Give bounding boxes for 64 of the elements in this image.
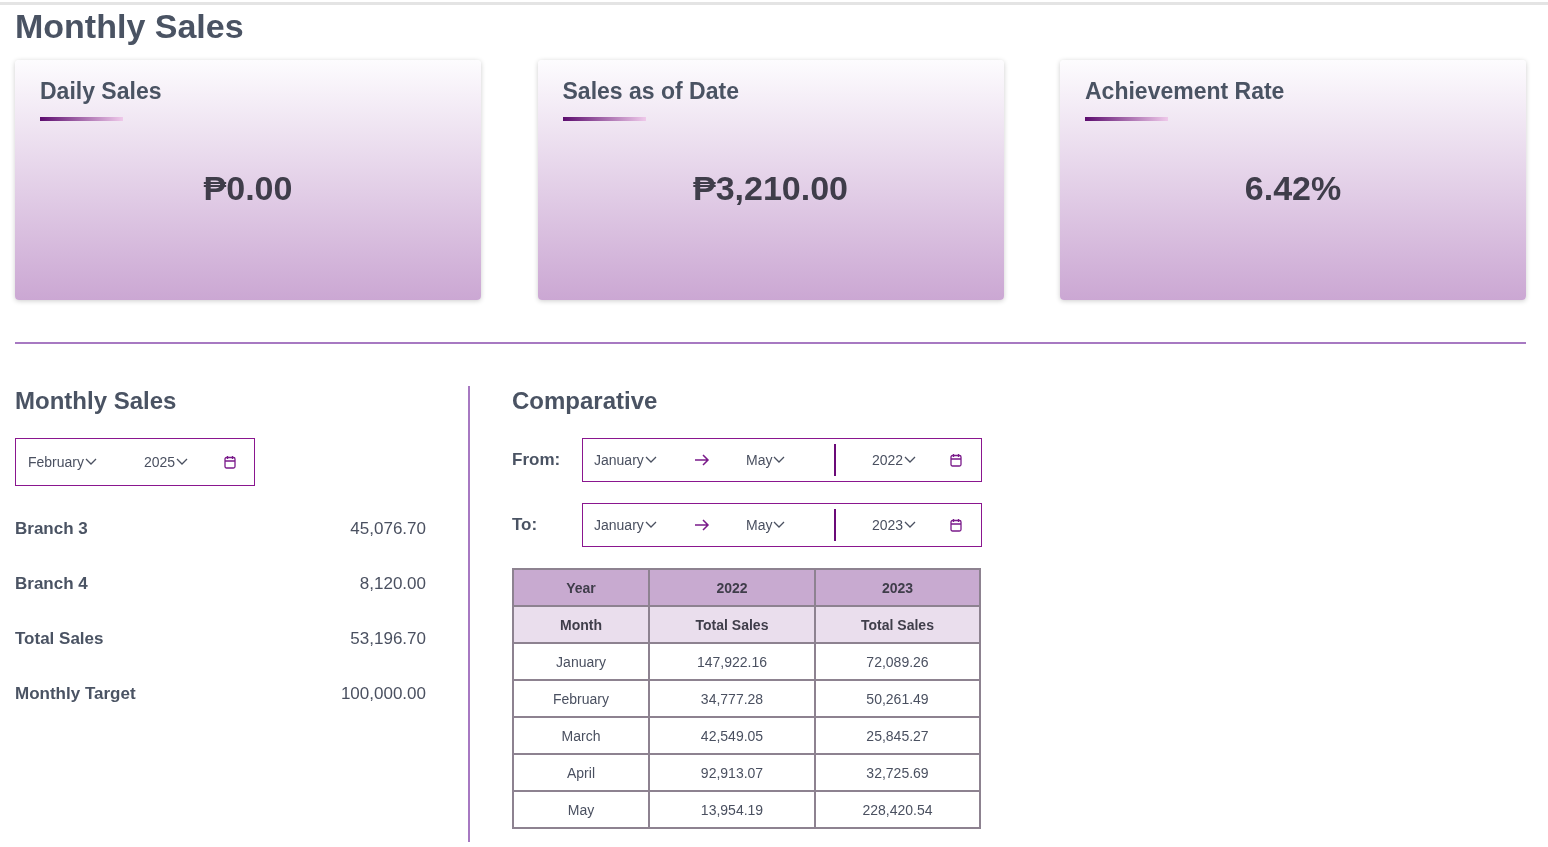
chevron-down-icon <box>773 456 786 464</box>
row-label: Monthly Target <box>15 683 136 705</box>
table-cell: 42,549.05 <box>649 717 815 754</box>
arrow-right-icon <box>694 519 710 531</box>
chevron-down-icon <box>904 456 917 464</box>
table-cell: 25,845.27 <box>815 717 980 754</box>
column-header: Month <box>513 606 649 643</box>
table-cell: January <box>513 643 649 680</box>
end-month-select[interactable]: May <box>746 517 773 533</box>
card-value: ₱3,210.00 <box>692 169 849 208</box>
page-title: Monthly Sales <box>15 6 245 46</box>
card-value: ₱0.00 <box>202 169 294 208</box>
month-range-picker[interactable]: January May 2023 <box>582 503 982 547</box>
card-title: Sales as of Date <box>562 78 740 105</box>
table-cell: 32,725.69 <box>815 754 980 791</box>
column-header: Total Sales <box>815 606 980 643</box>
table-cell: 228,420.54 <box>815 791 980 828</box>
chevron-down-icon <box>85 458 98 466</box>
row-value: 8,120.00 <box>359 573 426 595</box>
card-value: 6.42% <box>1243 169 1343 208</box>
column-header: 2022 <box>649 569 815 606</box>
year-select[interactable]: 2025 <box>144 454 176 470</box>
chevron-down-icon <box>773 521 786 529</box>
calendar-icon[interactable] <box>224 455 236 469</box>
card-title: Daily Sales <box>40 78 163 105</box>
table-cell: 13,954.19 <box>649 791 815 828</box>
row-label: Branch 3 <box>15 518 88 540</box>
start-month-select[interactable]: January <box>594 452 644 468</box>
section-title: Monthly Sales <box>15 386 178 416</box>
chevron-down-icon <box>644 521 657 529</box>
table-cell: March <box>513 717 649 754</box>
start-month-select[interactable]: January <box>594 517 644 533</box>
row-value: 45,076.70 <box>350 518 426 540</box>
column-header: Total Sales <box>649 606 815 643</box>
row-label: Branch 4 <box>15 573 88 595</box>
table-cell: 72,089.26 <box>815 643 980 680</box>
month-select[interactable]: February <box>28 454 85 470</box>
column-header: Year <box>513 569 649 606</box>
row-value: 53,196.70 <box>350 628 426 650</box>
range-label: From: <box>512 450 562 470</box>
section-title: Comparative <box>512 386 659 416</box>
month-year-picker[interactable]: February 2025 <box>15 438 255 486</box>
table-cell: 50,261.49 <box>815 680 980 717</box>
end-month-select[interactable]: May <box>746 452 773 468</box>
table-cell: April <box>513 754 649 791</box>
chevron-down-icon <box>644 456 657 464</box>
table-cell: February <box>513 680 649 717</box>
table-cell: 34,777.28 <box>649 680 815 717</box>
range-label: To: <box>512 515 539 535</box>
chevron-down-icon <box>904 521 917 529</box>
calendar-icon[interactable] <box>950 518 962 532</box>
arrow-right-icon <box>694 454 710 466</box>
calendar-icon[interactable] <box>950 453 962 467</box>
card-title: Achievement Rate <box>1085 78 1286 105</box>
table-cell: May <box>513 791 649 828</box>
table-cell: 92,913.07 <box>649 754 815 791</box>
year-select[interactable]: 2022 <box>872 452 904 468</box>
month-range-picker[interactable]: January May 2022 <box>582 438 982 482</box>
year-select[interactable]: 2023 <box>872 517 904 533</box>
table-cell: 147,922.16 <box>649 643 815 680</box>
column-header: 2023 <box>815 569 980 606</box>
chevron-down-icon <box>176 458 189 466</box>
row-value: 100,000.00 <box>340 683 426 705</box>
row-label: Total Sales <box>15 628 104 650</box>
